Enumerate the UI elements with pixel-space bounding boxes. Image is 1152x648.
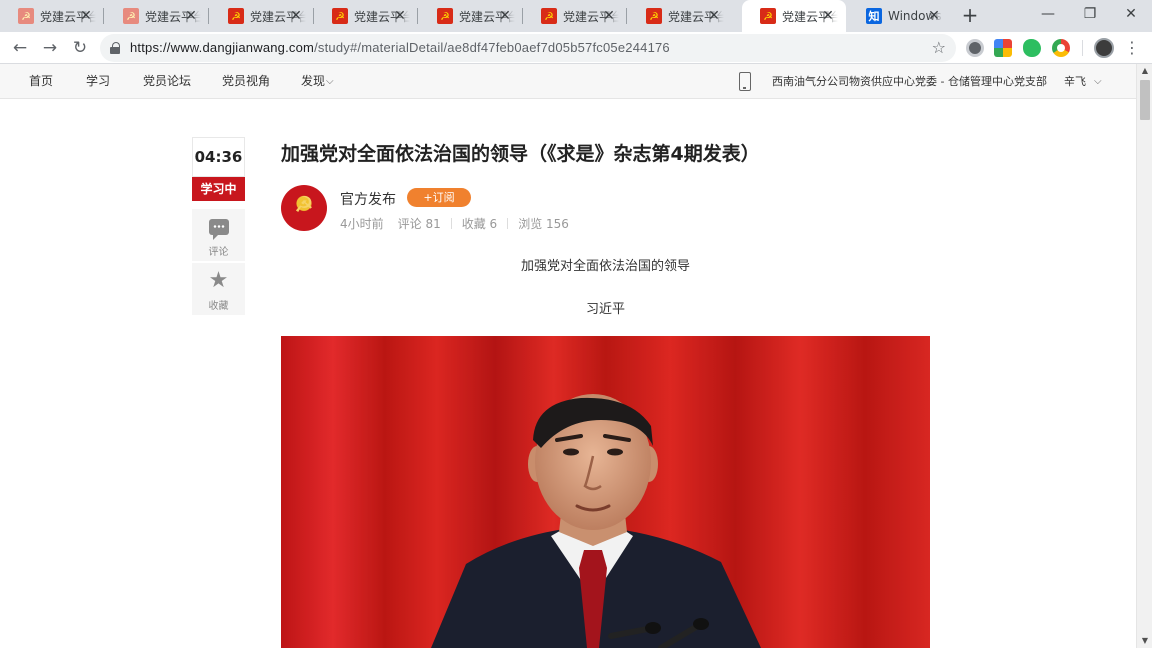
nav-forum[interactable]: 党员论坛 <box>143 64 191 99</box>
url-text[interactable]: https://www.dangjianwang.com/study#/mate… <box>130 34 670 62</box>
scroll-thumb[interactable] <box>1140 80 1150 120</box>
tab-close-icon[interactable]: ✕ <box>288 8 304 24</box>
tab-close-icon[interactable]: ✕ <box>183 8 199 24</box>
party-emblem-icon: ☭ <box>437 8 453 24</box>
comment-icon <box>209 219 229 240</box>
article-photo <box>281 336 930 648</box>
tab-close-icon[interactable]: ✕ <box>706 8 722 24</box>
browser-tab[interactable]: ☭ 党建云平台 ✕ <box>105 0 209 32</box>
close-window-button[interactable]: ✕ <box>1110 0 1152 28</box>
subscribe-button[interactable]: +订阅 <box>407 188 471 207</box>
tab-divider <box>103 8 104 24</box>
browser-tab[interactable]: 知 Windows ✕ <box>848 0 952 32</box>
party-emblem-icon: ☭ <box>760 8 776 24</box>
party-emblem-icon: ☭ <box>332 8 348 24</box>
favorite-button[interactable]: ★ 收藏 <box>192 263 245 315</box>
toolbar-divider <box>1082 40 1083 56</box>
tab-close-icon[interactable]: ✕ <box>926 8 942 24</box>
tab-divider <box>417 8 418 24</box>
zhihu-icon: 知 <box>866 8 882 24</box>
extension-icon[interactable] <box>994 39 1012 57</box>
site-nav: 首页 学习 党员论坛 党员视角 发现 ⌵ 西南油气分公司物资供应中心党委 - 仓… <box>0 64 1136 99</box>
lock-icon[interactable] <box>110 42 120 54</box>
party-emblem-icon: ☭ <box>228 8 244 24</box>
tab-divider <box>208 8 209 24</box>
forward-button[interactable]: → <box>38 36 62 60</box>
chevron-down-icon[interactable]: ⌵ <box>1094 64 1102 99</box>
comment-count[interactable]: 评论 81 <box>398 217 441 231</box>
reload-button[interactable]: ↻ <box>68 36 92 60</box>
extension-icon[interactable] <box>966 39 984 57</box>
tab-close-icon[interactable]: ✕ <box>78 8 94 24</box>
url-path: /study#/materialDetail/ae8df47feb0aef7d0… <box>314 40 670 55</box>
author-name[interactable]: 官方发布 <box>340 189 396 209</box>
org-name: 西南油气分公司物资供应中心党委 - 仓储管理中心党支部 <box>772 75 1047 88</box>
address-bar[interactable]: https://www.dangjianwang.com/study#/mate… <box>100 34 956 62</box>
browser-tab[interactable]: ☭ 党建云平台 ✕ <box>419 0 523 32</box>
nav-home[interactable]: 首页 <box>29 64 53 99</box>
browser-tab-active[interactable]: ☭ 党建云平台 ✕ <box>742 0 846 32</box>
minimize-button[interactable]: — <box>1027 0 1069 28</box>
study-timer: 04:36 <box>192 137 245 177</box>
browser-toolbar: ← → ↻ https://www.dangjianwang.com/study… <box>0 32 1152 64</box>
comment-label: 评论 <box>208 247 229 258</box>
favorite-label: 收藏 <box>208 301 229 312</box>
party-emblem-icon: ☭ <box>123 8 139 24</box>
tab-close-icon[interactable]: ✕ <box>601 8 617 24</box>
speaker-photo <box>281 336 930 648</box>
chrome-icon[interactable] <box>1052 39 1070 57</box>
star-icon: ★ <box>208 268 229 293</box>
party-emblem-icon: ☭ <box>541 8 557 24</box>
user-name[interactable]: 辛飞 <box>1064 64 1086 99</box>
browser-tab[interactable]: ☭ 党建云平台 ✕ <box>314 0 418 32</box>
page-scrollbar[interactable]: ▲ ▼ <box>1136 64 1152 648</box>
restore-button[interactable]: ❐ <box>1069 0 1111 28</box>
scroll-up-icon[interactable]: ▲ <box>1137 66 1152 76</box>
party-emblem-icon: ☭ <box>18 8 34 24</box>
view-count: 浏览 156 <box>518 217 569 231</box>
new-tab-button[interactable]: + <box>958 4 982 28</box>
tab-divider <box>626 8 627 24</box>
profile-avatar[interactable] <box>1094 38 1114 58</box>
article-meta: 4小时前 评论 81 收藏 6 浏览 156 <box>340 215 569 232</box>
tab-close-icon[interactable]: ✕ <box>497 8 513 24</box>
studying-badge: 学习中 <box>192 177 245 201</box>
url-host: https://www.dangjianwang.com <box>130 40 315 55</box>
browser-tab[interactable]: ☭ 党建云平台 ✕ <box>523 0 627 32</box>
evernote-icon[interactable] <box>1023 39 1041 57</box>
publish-time: 4小时前 <box>340 217 384 231</box>
back-button[interactable]: ← <box>8 36 32 60</box>
article-subheading: 加强党对全面依法治国的领导 <box>520 259 690 274</box>
article-title: 加强党对全面依法治国的领导（《求是》杂志第4期发表） <box>281 143 760 165</box>
chevron-down-icon[interactable]: ⌵ <box>326 64 334 99</box>
tab-strip: ☭ 党建云平台 ✕ ☭ 党建云平台 ✕ ☭ 党建云平台 ✕ ☭ 党建云平台 ✕ … <box>0 0 1152 32</box>
browser-tab[interactable]: ☭ 党建云平台 ✕ <box>210 0 314 32</box>
publisher-avatar[interactable] <box>281 185 327 231</box>
mobile-phone-icon[interactable] <box>739 72 751 91</box>
nav-discover[interactable]: 发现 <box>301 64 325 99</box>
scroll-down-icon[interactable]: ▼ <box>1137 636 1152 646</box>
party-emblem-icon: ☭ <box>646 8 662 24</box>
article-byline: 习近平 <box>585 302 625 317</box>
tab-close-icon[interactable]: ✕ <box>392 8 408 24</box>
browser-tab[interactable]: ☭ 党建云平台 ✕ <box>628 0 732 32</box>
browser-menu-icon[interactable]: ⋮ <box>1124 36 1140 60</box>
favorite-count: 收藏 6 <box>461 217 498 231</box>
nav-study[interactable]: 学习 <box>86 64 110 99</box>
browser-tab[interactable]: ☭ 党建云平台 ✕ <box>0 0 104 32</box>
tab-close-icon[interactable]: ✕ <box>820 8 836 24</box>
bookmark-star-icon[interactable]: ☆ <box>932 38 946 58</box>
nav-perspective[interactable]: 党员视角 <box>222 64 270 99</box>
comment-button[interactable]: 评论 <box>192 209 245 261</box>
